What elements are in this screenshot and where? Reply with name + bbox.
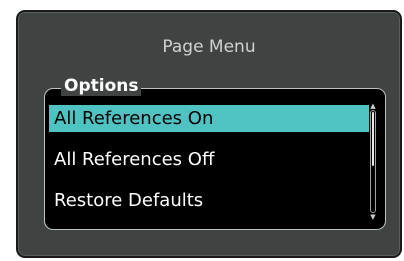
- options-list: All References On All References Off Res…: [49, 105, 369, 228]
- options-label: Options: [61, 76, 142, 96]
- scroll-down-arrow-icon[interactable]: ▼: [369, 214, 377, 221]
- scroll-thumb[interactable]: [372, 112, 374, 166]
- option-restore-defaults[interactable]: Restore Defaults: [49, 187, 369, 214]
- scroll-up-arrow-icon[interactable]: ▲: [369, 103, 377, 110]
- page-menu-window: Page Menu Options All References On All …: [16, 10, 402, 258]
- option-all-references-on[interactable]: All References On: [49, 105, 369, 132]
- options-scrollbar[interactable]: ▲ ▼: [369, 103, 377, 221]
- option-all-references-off[interactable]: All References Off: [49, 146, 369, 173]
- page-menu-title: Page Menu: [162, 37, 256, 57]
- scroll-track[interactable]: [370, 110, 376, 213]
- options-group: Options All References On All References…: [44, 76, 386, 230]
